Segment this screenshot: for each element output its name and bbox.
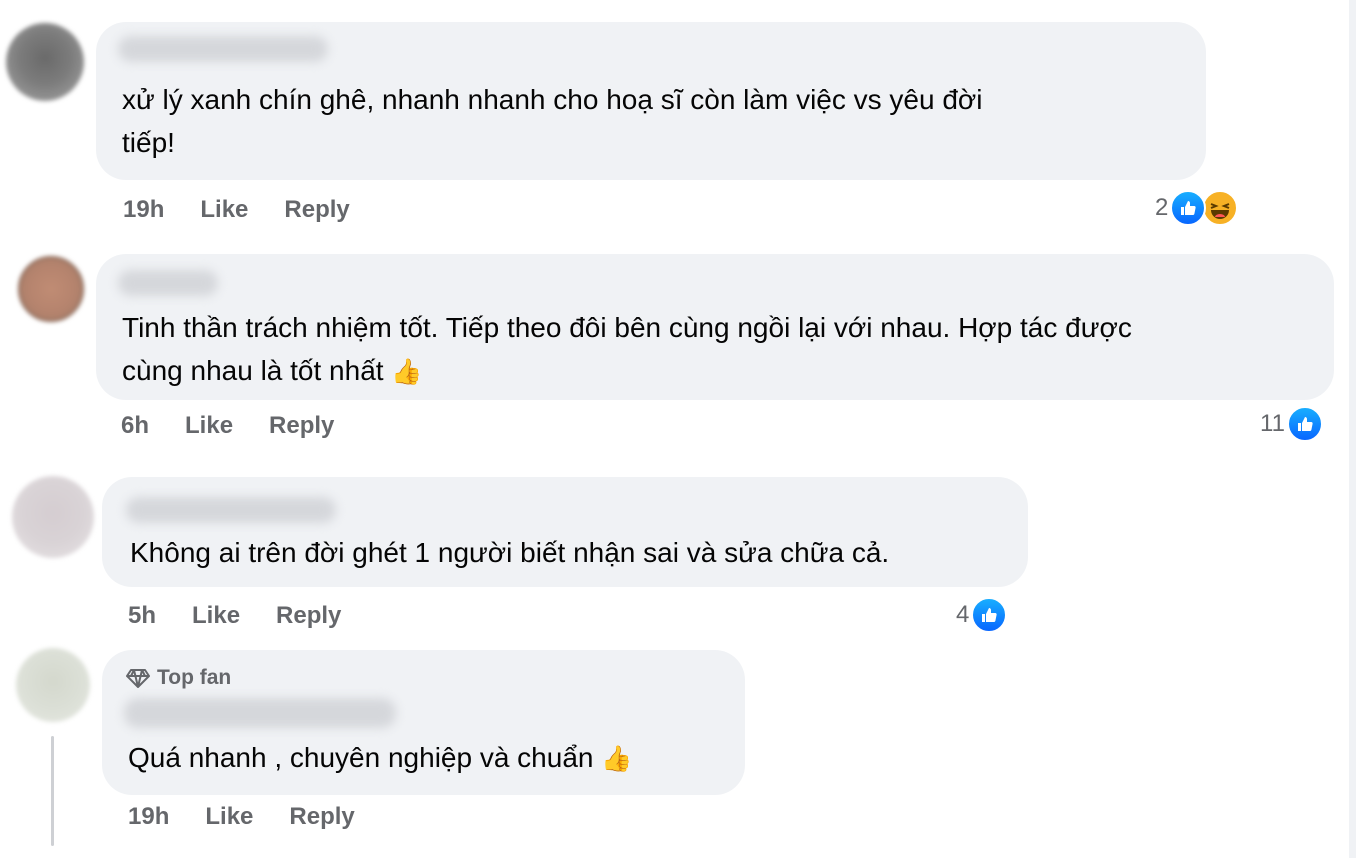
comment-bubble: Top fan Quá nhanh , chuyên nghiệp và chu… (102, 650, 745, 795)
comment-actions: 6h Like Reply (121, 412, 370, 440)
reply-button[interactable]: Reply (284, 196, 349, 224)
timestamp[interactable]: 5h (128, 602, 156, 630)
like-button[interactable]: Like (205, 803, 253, 831)
like-button[interactable]: Like (192, 602, 240, 630)
reaction-summary[interactable]: 4 (956, 597, 1008, 633)
comment-actions: 19h Like Reply (123, 196, 386, 224)
avatar[interactable] (12, 476, 94, 558)
like-icon (971, 597, 1008, 633)
thumbs-up-emoji: 👍 (391, 357, 423, 386)
comment-line-with-emoji: cùng nhau là tốt nhất 👍 (122, 349, 1132, 393)
like-button[interactable]: Like (200, 196, 248, 224)
avatar[interactable] (6, 23, 84, 101)
comment-line: Không ai trên đời ghét 1 người biết nhận… (130, 537, 890, 568)
diamond-icon (126, 669, 150, 688)
reaction-count: 11 (1260, 410, 1285, 437)
reply-button[interactable]: Reply (269, 412, 334, 440)
reaction-count: 4 (956, 601, 970, 628)
comment-line: Tinh thần trách nhiệm tốt. Tiếp theo đôi… (122, 312, 1132, 343)
commenter-name-redacted[interactable] (124, 698, 396, 728)
comment-bubble: Tinh thần trách nhiệm tốt. Tiếp theo đôi… (96, 254, 1334, 400)
comment-text: Quá nhanh , chuyên nghiệp và chuẩn 👍 (128, 736, 632, 780)
thumbs-up-emoji: 👍 (601, 744, 633, 773)
avatar[interactable] (18, 256, 84, 322)
commenter-name-redacted[interactable] (126, 497, 336, 523)
like-icon (1170, 190, 1207, 226)
reaction-summary[interactable]: 11 (1260, 406, 1323, 442)
scroll-track (1349, 0, 1356, 858)
commenter-name-redacted[interactable] (118, 270, 218, 296)
top-fan-label: Top fan (157, 666, 232, 689)
comment-text: Không ai trên đời ghét 1 người biết nhận… (130, 531, 889, 574)
comment-line: xử lý xanh chín ghê, nhanh nhanh cho hoạ… (122, 84, 983, 115)
top-fan-badge: Top fan (126, 666, 231, 690)
comment-line: Quá nhanh , chuyên nghiệp và chuẩn (128, 742, 594, 773)
timestamp[interactable]: 6h (121, 412, 149, 440)
comment-text: xử lý xanh chín ghê, nhanh nhanh cho hoạ… (122, 78, 983, 164)
thread-line (51, 736, 54, 846)
comment-actions: 5h Like Reply (128, 602, 377, 630)
reaction-count: 2 (1155, 194, 1169, 221)
like-icon (1286, 406, 1323, 442)
comment-line: tiếp! (122, 127, 175, 158)
comment-text: Tinh thần trách nhiệm tốt. Tiếp theo đôi… (122, 306, 1132, 393)
reply-button[interactable]: Reply (289, 803, 354, 831)
reaction-summary[interactable]: 2 (1155, 190, 1239, 226)
like-button[interactable]: Like (185, 412, 233, 440)
comment-actions: 19h Like Reply (128, 803, 391, 831)
comment-bubble: Không ai trên đời ghét 1 người biết nhận… (102, 477, 1028, 587)
timestamp[interactable]: 19h (128, 803, 169, 831)
avatar[interactable] (16, 648, 90, 722)
comment-bubble: xử lý xanh chín ghê, nhanh nhanh cho hoạ… (96, 22, 1206, 180)
comment-line-with-emoji: Quá nhanh , chuyên nghiệp và chuẩn 👍 (128, 736, 632, 780)
commenter-name-redacted[interactable] (118, 36, 328, 62)
comment-line: cùng nhau là tốt nhất (122, 355, 384, 386)
haha-icon (1202, 190, 1239, 226)
timestamp[interactable]: 19h (123, 196, 164, 224)
reply-button[interactable]: Reply (276, 602, 341, 630)
